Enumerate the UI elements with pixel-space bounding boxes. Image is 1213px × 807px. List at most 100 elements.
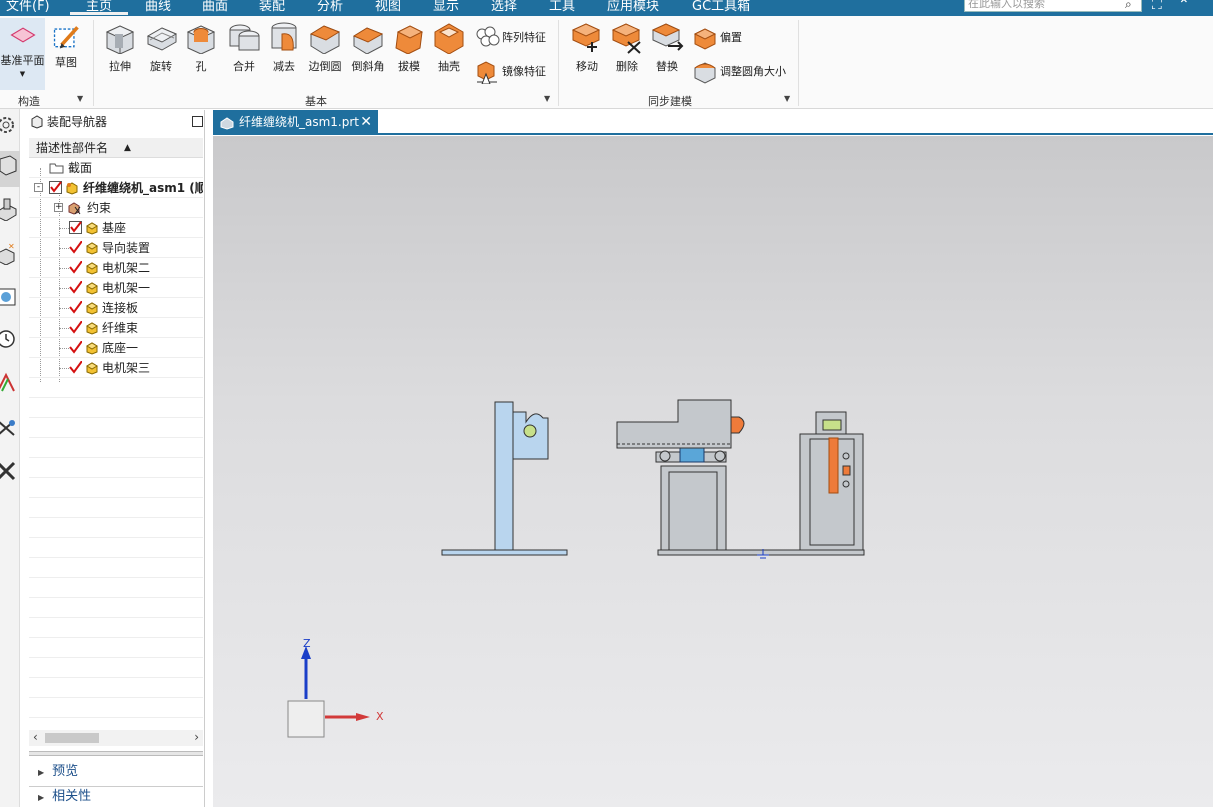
scroll-left-icon[interactable]: ‹ <box>33 730 38 744</box>
unite-button[interactable]: 合并 <box>224 20 264 74</box>
frame-panel[interactable] <box>668 471 718 551</box>
fiber-bundle[interactable] <box>828 437 839 494</box>
bearing[interactable] <box>714 450 726 462</box>
column-header-part-name[interactable]: 描述性部件名 ▲ <box>29 138 203 158</box>
menu-file[interactable]: 文件(F) <box>6 0 50 14</box>
close-tab-icon[interactable]: ✕ <box>360 110 372 135</box>
menu-gc-toolkit[interactable]: GC工具箱 <box>692 0 750 14</box>
constraint-navigator-icon[interactable]: ✕ <box>0 241 18 265</box>
web-browser-icon[interactable] <box>0 285 18 309</box>
guide-ring[interactable] <box>523 424 537 438</box>
menu-view[interactable]: 视图 <box>375 0 401 14</box>
tree-node-part[interactable]: 电机架二 <box>29 258 203 278</box>
offset-region-button[interactable]: 偏置 <box>692 24 742 50</box>
panel-splitter[interactable] <box>29 751 203 756</box>
hole-button[interactable]: 孔 <box>182 20 220 74</box>
document-tab-active[interactable]: 纤维缠绕机_asm1.prt ✕ <box>213 110 378 135</box>
chamfer-button[interactable]: 倒斜角 <box>348 20 388 74</box>
motor-shaft-end[interactable] <box>730 416 745 434</box>
revolve-button[interactable]: 旋转 <box>141 20 181 74</box>
tree-node-part[interactable]: 连接板 <box>29 298 203 318</box>
extrude-button[interactable]: 拉伸 <box>100 20 140 74</box>
fullscreen-icon[interactable]: ⛶ <box>1152 0 1162 13</box>
sort-ascending-icon[interactable]: ▲ <box>124 138 131 158</box>
mandrel-frame-assembly[interactable] <box>799 411 864 551</box>
pattern-feature-button[interactable]: 阵列特征 <box>474 24 546 50</box>
scrollbar-thumb[interactable] <box>45 733 99 743</box>
menu-analysis[interactable]: 分析 <box>317 0 343 14</box>
command-search-input[interactable]: 在此输入以搜索 ⌕ <box>964 0 1142 12</box>
tree-node-part[interactable]: 电机架一 <box>29 278 203 298</box>
top-motor-window[interactable] <box>822 419 842 431</box>
replace-face-button[interactable]: 替换 <box>647 20 687 74</box>
preview-section-header[interactable]: ▶ 预览 <box>29 762 203 782</box>
tension-roller[interactable] <box>842 452 850 460</box>
menu-surface[interactable]: 曲面 <box>202 0 228 14</box>
edge-blend-button[interactable]: 边倒圆 <box>305 20 345 74</box>
checkmark-icon[interactable] <box>69 261 82 274</box>
base-plate-right[interactable] <box>657 549 865 556</box>
maximize-panel-icon[interactable] <box>192 116 203 127</box>
pattern-feature-label: 阵列特征 <box>502 31 546 44</box>
sync-group-more-icon[interactable]: ▼ <box>784 94 790 103</box>
sketch-button[interactable]: 草图 <box>48 22 84 70</box>
history-clock-icon[interactable] <box>0 327 18 351</box>
tools-icon[interactable] <box>0 459 18 483</box>
expand-node-icon[interactable]: + <box>54 203 63 212</box>
tree-node-part[interactable]: 导向装置 <box>29 238 203 258</box>
basic-group-more-icon[interactable]: ▼ <box>544 94 550 103</box>
collapse-node-icon[interactable]: - <box>34 183 43 192</box>
tree-node-part[interactable]: 电机架三 <box>29 358 203 378</box>
base-plate-left[interactable] <box>441 549 568 556</box>
checkmark-icon[interactable] <box>69 281 82 294</box>
tree-node-part[interactable]: 纤维束 <box>29 318 203 338</box>
roles-icon[interactable] <box>0 415 18 439</box>
settings-gear-icon[interactable] <box>0 113 18 137</box>
menu-applications[interactable]: 应用模块 <box>607 0 659 14</box>
move-face-button[interactable]: 移动 <box>567 20 607 74</box>
dependencies-section-header[interactable]: ▶ 相关性 <box>29 786 203 806</box>
vertical-post[interactable] <box>494 401 514 551</box>
menu-curve[interactable]: 曲线 <box>145 0 171 14</box>
delete-face-button[interactable]: 删除 <box>607 20 647 74</box>
menu-home[interactable]: 主页 <box>70 0 128 15</box>
checkmark-icon[interactable] <box>69 361 82 374</box>
connector-plate[interactable] <box>842 465 851 476</box>
search-icon[interactable]: ⌕ <box>1125 0 1137 10</box>
tree-node-part[interactable]: 基座 <box>29 218 203 238</box>
tree-node-sections[interactable]: 截面 <box>29 158 203 178</box>
dropdown-arrow-icon[interactable]: ▼ <box>0 70 45 78</box>
part-navigator-icon[interactable] <box>0 197 18 221</box>
checkmark-icon[interactable] <box>69 301 82 314</box>
collapse-ribbon-icon[interactable]: ⌃ <box>1178 0 1190 13</box>
guide-support-assembly[interactable] <box>441 401 568 556</box>
horizontal-scrollbar[interactable]: ‹ › <box>29 730 203 746</box>
tree-node-root-assembly[interactable]: - 纤维缠绕机_asm1 (顺 <box>29 178 203 198</box>
assembly-navigator-icon[interactable] <box>0 153 18 177</box>
tree-node-part[interactable]: 底座一 <box>29 338 203 358</box>
coupling-block[interactable] <box>679 447 705 463</box>
draft-button[interactable]: 拔模 <box>390 20 428 74</box>
construct-group-more-icon[interactable]: ▼ <box>77 94 83 103</box>
bearing[interactable] <box>659 450 671 462</box>
checkmark-icon[interactable] <box>69 241 82 254</box>
menu-display[interactable]: 显示 <box>433 0 459 14</box>
motor-housing[interactable] <box>616 399 732 449</box>
checkbox-checked-icon[interactable] <box>49 181 62 194</box>
menu-assembly[interactable]: 装配 <box>259 0 285 14</box>
tension-roller[interactable] <box>842 480 850 488</box>
tree-node-constraints[interactable]: + 约束 <box>29 198 203 218</box>
checkmark-icon[interactable] <box>69 321 82 334</box>
datum-plane-button-content[interactable]: 基准平面 ▼ <box>0 22 45 78</box>
visual-palette-icon[interactable] <box>0 371 18 395</box>
checkbox-checked-icon[interactable] <box>69 221 82 234</box>
checkmark-icon[interactable] <box>69 341 82 354</box>
mirror-feature-button[interactable]: 镜像特征 <box>474 58 546 84</box>
shell-button[interactable]: 抽壳 <box>430 20 468 74</box>
graphics-viewport[interactable]: Z X <box>213 136 1213 807</box>
menu-tools[interactable]: 工具 <box>549 0 575 14</box>
subtract-button[interactable]: 减去 <box>265 20 303 74</box>
menu-select[interactable]: 选择 <box>491 0 517 14</box>
scroll-right-icon[interactable]: › <box>194 730 199 744</box>
resize-blend-button[interactable]: 调整圆角大小 <box>692 58 786 84</box>
